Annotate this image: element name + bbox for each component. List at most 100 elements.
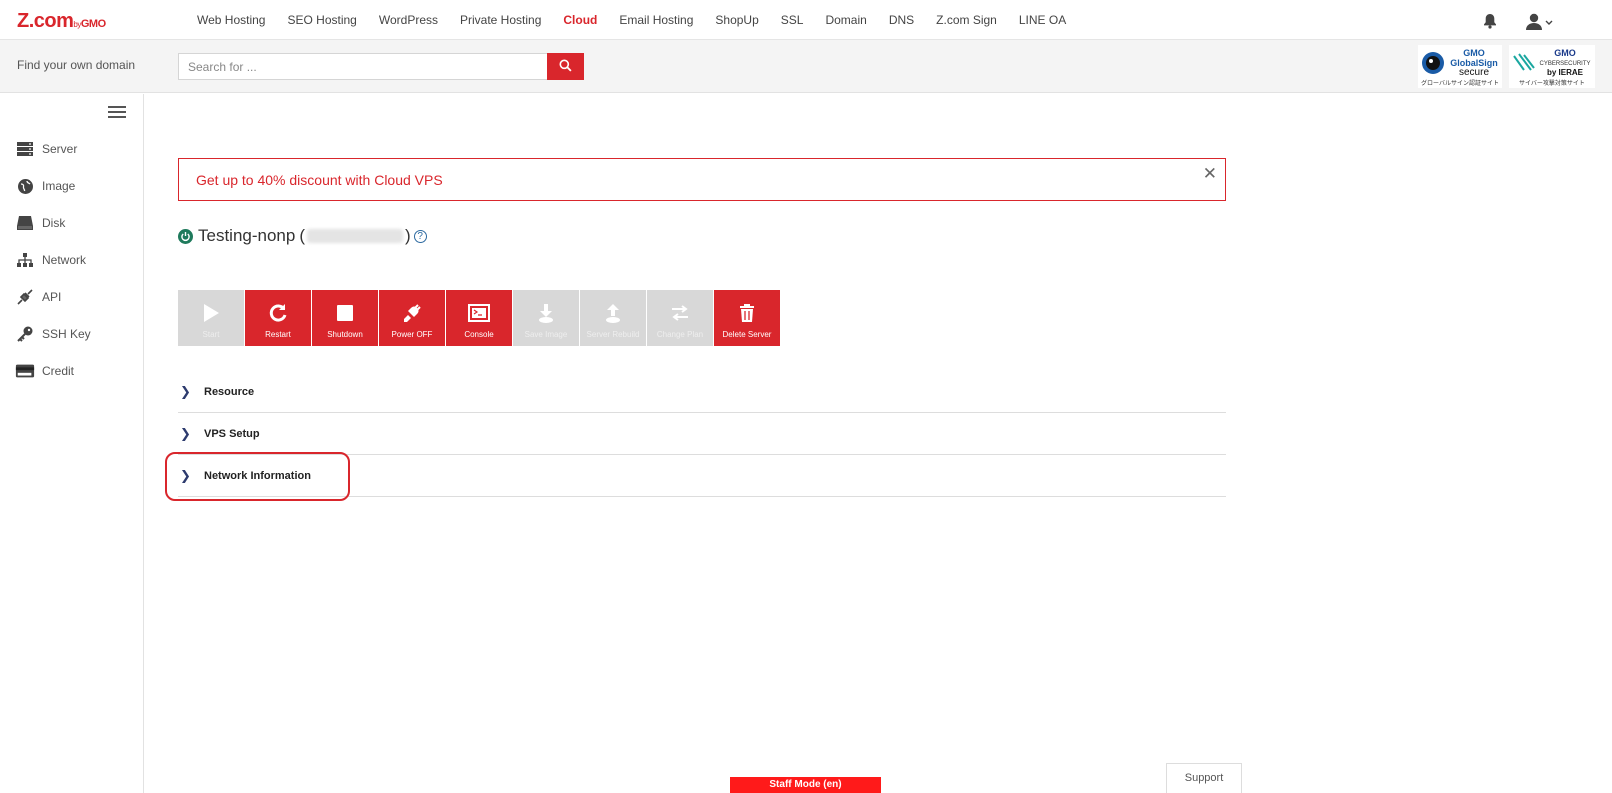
hamburger-menu-icon[interactable] (108, 106, 126, 120)
ip-open-paren: ( (299, 226, 306, 245)
promo-banner: Get up to 40% discount with Cloud VPS ✕ (178, 158, 1226, 201)
change-plan-button-label: Change Plan (656, 330, 704, 339)
sidebar-item-disk[interactable]: Disk (15, 212, 65, 234)
console-button-label: Console (464, 330, 494, 339)
nav-shopup[interactable]: ShopUp (715, 13, 758, 27)
section-vps-setup[interactable]: ❯ VPS Setup (178, 413, 1226, 455)
sidebar-item-label: Server (42, 142, 78, 156)
network-icon (15, 251, 35, 269)
zcom-logo[interactable]: Z.combyGMO (17, 10, 106, 33)
power-status-icon (178, 228, 193, 244)
save-image-button-label: Save Image (524, 330, 568, 339)
sidebar-item-server[interactable]: Server (15, 138, 77, 160)
disk-icon (15, 214, 35, 232)
globalsign-line1: GMO (1463, 48, 1485, 58)
globalsign-line3: secure (1458, 67, 1489, 78)
nav-private-hosting[interactable]: Private Hosting (460, 13, 541, 27)
play-icon (200, 302, 222, 324)
nav-dns[interactable]: DNS (889, 13, 914, 27)
support-button[interactable]: Support (1166, 763, 1242, 793)
cybersecurity-logo-icon (1513, 53, 1535, 71)
api-icon (15, 288, 35, 306)
find-domain-label: Find your own domain (17, 58, 136, 72)
server-ip-redacted (307, 229, 404, 243)
close-icon[interactable]: ✕ (1203, 164, 1217, 184)
change-plan-button[interactable]: Change Plan (647, 290, 713, 346)
trash-icon (736, 302, 758, 324)
top-navbar: Z.combyGMO Web Hosting SEO Hosting WordP… (0, 0, 1612, 40)
cyber-sub: サイバー攻撃対策サイト (1519, 81, 1585, 87)
nav-seo-hosting[interactable]: SEO Hosting (287, 13, 356, 27)
shutdown-button[interactable]: Shutdown (312, 290, 378, 346)
nav-email-hosting[interactable]: Email Hosting (619, 13, 693, 27)
bell-icon[interactable] (1482, 13, 1498, 29)
logo-text: Z.com (17, 10, 74, 32)
cybersecurity-badge[interactable]: GMO CYBERSECURITY by IERAE サイバー攻撃対策サイト (1509, 45, 1595, 88)
staff-mode-badge: Staff Mode (en) (730, 777, 881, 793)
globalsign-sub: グローバルサイン認証サイト (1421, 81, 1499, 87)
sidebar-item-credit[interactable]: Credit (15, 360, 74, 382)
shutdown-button-label: Shutdown (327, 330, 363, 339)
sidebar-item-label: Network (42, 253, 87, 267)
nav-wordpress[interactable]: WordPress (379, 13, 438, 27)
sidebar-item-label: Disk (42, 216, 66, 230)
nav-zcom-sign[interactable]: Z.com Sign (936, 13, 997, 27)
promo-text[interactable]: Get up to 40% discount with Cloud VPS (196, 172, 443, 188)
restart-button-label: Restart (265, 330, 291, 339)
power-off-button[interactable]: Power OFF (379, 290, 445, 346)
start-button[interactable]: Start (178, 290, 244, 346)
section-vps-setup-label: VPS Setup (204, 427, 260, 440)
key-icon (15, 325, 35, 343)
domain-search-bar: Find your own domain GMO GlobalSign secu… (0, 40, 1612, 93)
server-name: Testing-nonp (198, 226, 296, 245)
nav-ssl[interactable]: SSL (781, 13, 804, 27)
delete-server-button-label: Delete Server (722, 330, 772, 339)
search-button[interactable] (547, 53, 584, 80)
save-image-button[interactable]: Save Image (513, 290, 579, 346)
nav-web-hosting[interactable]: Web Hosting (197, 13, 265, 27)
restart-icon (267, 302, 289, 324)
cyber-line3: by IERAE (1546, 68, 1583, 77)
sidebar-item-label: API (42, 290, 62, 304)
power-off-button-label: Power OFF (391, 330, 433, 339)
nav-line-oa[interactable]: LINE OA (1019, 13, 1066, 27)
start-button-label: Start (202, 330, 220, 339)
sidebar-item-api[interactable]: API (15, 286, 61, 308)
server-icon (15, 140, 35, 158)
server-title: Testing-nonp ( ) ? (178, 224, 427, 248)
section-resource[interactable]: ❯ Resource (178, 371, 1226, 413)
server-rebuild-button[interactable]: Server Rebuild (580, 290, 646, 346)
sidebar-item-image[interactable]: Image (15, 175, 75, 197)
domain-search-input[interactable] (178, 53, 548, 80)
cyber-line1: GMO (1554, 48, 1576, 58)
delete-server-button[interactable]: Delete Server (714, 290, 780, 346)
save-image-icon (535, 302, 557, 324)
globe-icon (15, 177, 35, 195)
sidebar-item-network[interactable]: Network (15, 249, 86, 271)
help-icon[interactable]: ? (413, 229, 427, 243)
logo-gmo: GMO (80, 18, 106, 30)
nav-cloud[interactable]: Cloud (563, 13, 597, 27)
user-menu-icon[interactable] (1526, 13, 1554, 31)
stop-icon (334, 302, 356, 324)
sidebar: Server Image Disk Network API SSH Key Cr… (0, 94, 144, 793)
rebuild-icon (602, 302, 624, 324)
console-icon (468, 302, 490, 324)
section-resource-label: Resource (204, 385, 255, 398)
credit-card-icon (15, 362, 35, 380)
console-button[interactable]: Console (446, 290, 512, 346)
swap-arrows-icon (669, 302, 691, 324)
chevron-right-icon: ❯ (180, 425, 191, 441)
search-icon (559, 59, 572, 75)
sidebar-item-ssh-key[interactable]: SSH Key (15, 323, 91, 345)
sidebar-item-label: Image (42, 179, 76, 193)
sidebar-item-label: SSH Key (42, 327, 91, 341)
server-action-toolbar: Start Restart Shutdown Power OFF Console… (178, 290, 781, 346)
highlight-outline (165, 452, 350, 501)
globalsign-badge[interactable]: GMO GlobalSign secure グローバルサイン認証サイト (1418, 45, 1502, 88)
logo-by: by (73, 20, 81, 29)
globalsign-seal-icon (1422, 52, 1444, 74)
restart-button[interactable]: Restart (245, 290, 311, 346)
plug-icon (401, 302, 423, 324)
nav-domain[interactable]: Domain (825, 13, 866, 27)
